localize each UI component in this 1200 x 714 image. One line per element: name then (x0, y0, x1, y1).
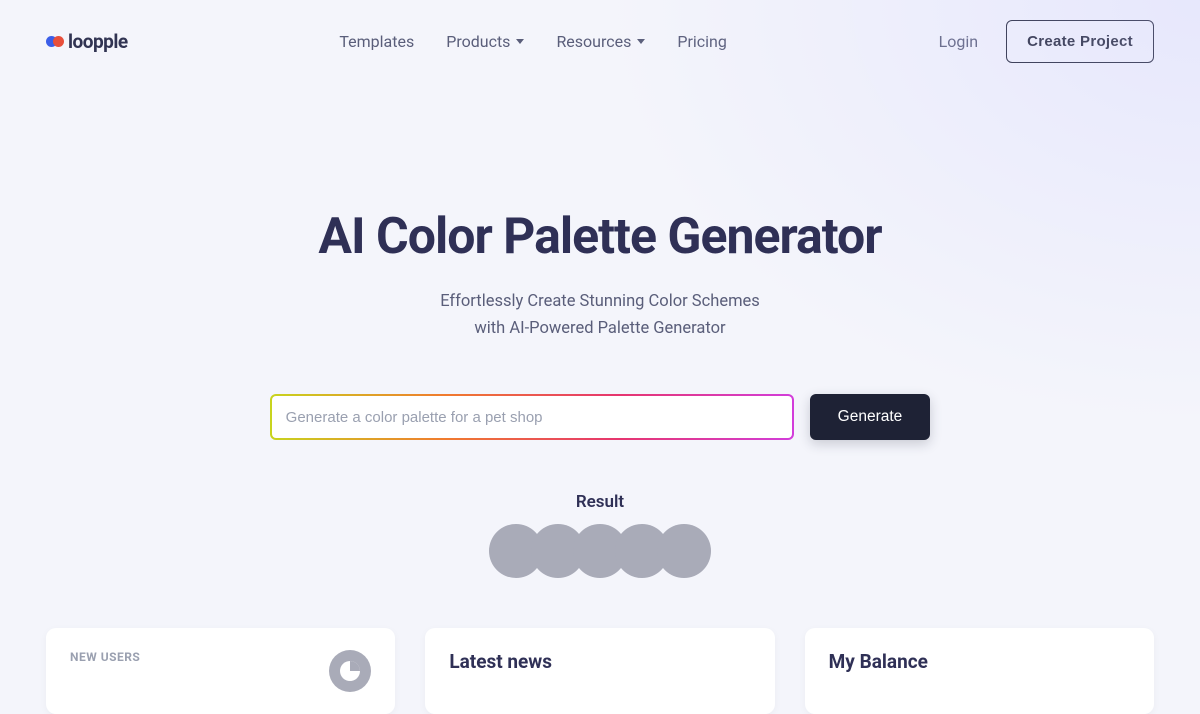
page-title: AI Color Palette Generator (0, 208, 1200, 266)
result-label: Result (0, 492, 1200, 512)
nav-products-label: Products (446, 32, 510, 51)
nav-templates[interactable]: Templates (339, 32, 414, 51)
card-label: NEW USERS (70, 650, 140, 664)
logo-icon (46, 36, 64, 47)
create-project-button[interactable]: Create Project (1006, 20, 1154, 63)
logo[interactable]: loopple (46, 30, 128, 53)
subtitle-line-1: Effortlessly Create Stunning Color Schem… (0, 288, 1200, 315)
nav-pricing[interactable]: Pricing (677, 32, 727, 51)
generate-button[interactable]: Generate (810, 394, 931, 440)
prompt-input[interactable] (272, 396, 792, 438)
logo-text: loopple (68, 30, 128, 53)
nav-resources[interactable]: Resources (556, 32, 645, 51)
card-title: My Balance (829, 650, 928, 673)
page-subtitle: Effortlessly Create Stunning Color Schem… (0, 288, 1200, 342)
palette-swatches (0, 524, 1200, 578)
subtitle-line-2: with AI-Powered Palette Generator (0, 315, 1200, 342)
nav-templates-label: Templates (339, 32, 414, 51)
card-my-balance: My Balance (805, 628, 1154, 714)
chevron-down-icon (637, 39, 645, 44)
card-title: Latest news (449, 650, 552, 673)
card-new-users: NEW USERS (46, 628, 395, 714)
prompt-input-wrapper (270, 394, 794, 440)
nav-resources-label: Resources (556, 32, 631, 51)
color-swatch[interactable] (657, 524, 711, 578)
card-latest-news: Latest news (425, 628, 774, 714)
nav-products[interactable]: Products (446, 32, 524, 51)
login-link[interactable]: Login (939, 32, 978, 51)
nav-pricing-label: Pricing (677, 32, 727, 51)
chevron-down-icon (516, 39, 524, 44)
pie-chart-icon (329, 650, 371, 692)
